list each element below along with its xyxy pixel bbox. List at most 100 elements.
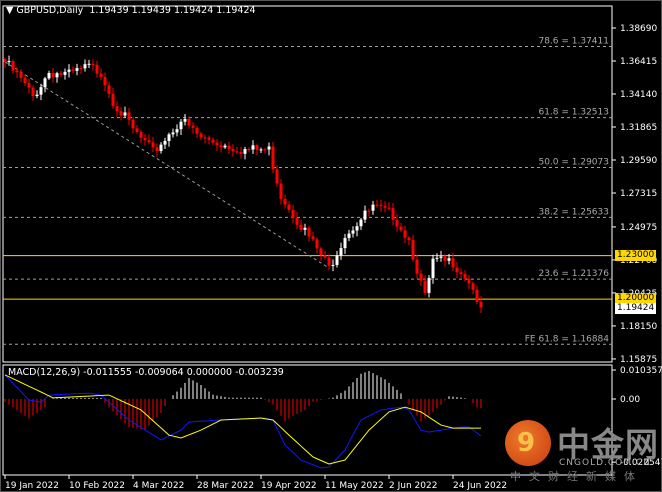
y-tick-label: 1.15875: [620, 355, 657, 365]
watermark-slogan: 中文财经新媒体: [510, 470, 643, 483]
candle-body: [215, 142, 219, 146]
candle-body: [159, 144, 163, 152]
candle-body: [111, 93, 115, 107]
macd-main-line: [4, 374, 482, 469]
candle-body: [463, 274, 467, 279]
candle-body: [67, 69, 71, 72]
candle-body: [475, 289, 479, 302]
candle-body: [259, 149, 263, 151]
candle-body: [399, 226, 403, 231]
candle-body: [471, 283, 475, 290]
x-tick-label: 11 May 2022: [325, 481, 384, 491]
candle-body: [335, 255, 339, 265]
candle-body: [307, 227, 311, 237]
candle-body: [379, 204, 383, 207]
candle-body: [343, 238, 347, 249]
candle-body: [391, 208, 395, 220]
y-tick-label: 1.29590: [620, 156, 657, 166]
candle-body: [299, 224, 303, 230]
candle-body: [15, 70, 19, 73]
current-price-label: 1.19424: [615, 303, 657, 314]
candle-body: [435, 257, 439, 259]
x-tick-label: 10 Feb 2022: [69, 481, 125, 491]
x-tick-label: 4 Mar 2022: [133, 481, 184, 491]
candle-body: [279, 183, 283, 199]
candle-body: [59, 73, 63, 75]
candle-body: [407, 237, 411, 241]
x-tick-label: 28 Mar 2022: [197, 481, 254, 491]
candle-body: [327, 257, 331, 266]
candle-body: [187, 118, 191, 126]
ohlc-values: 1.19439 1.19439 1.19424 1.19424: [89, 5, 256, 16]
macd-header: MACD(12,26,9) -0.011555 -0.009064 0.0000…: [8, 367, 284, 378]
candle-body: [303, 227, 307, 230]
candle-body: [427, 278, 431, 293]
candle-body: [459, 272, 463, 275]
candle-body: [107, 85, 111, 94]
candle-body: [223, 145, 227, 148]
macd-y-tick-label: 0.010357: [620, 366, 662, 376]
macd-signal-line: [4, 374, 481, 465]
candle-body: [79, 68, 83, 70]
candle-body: [375, 204, 379, 206]
macd-y-tick-label: 0.00: [620, 395, 640, 405]
candle-body: [423, 280, 427, 293]
watermark-url: CNGOLD.COM.CN: [559, 458, 651, 468]
candle-body: [51, 72, 55, 78]
fib-level-label: 61.8 = 1.32513: [538, 108, 609, 118]
candle-body: [131, 119, 135, 129]
candle-body: [227, 145, 231, 149]
candle-body: [231, 148, 235, 152]
candle-body: [151, 142, 155, 148]
candle-body: [87, 63, 91, 65]
x-tick-label: 19 Apr 2022: [261, 481, 317, 491]
fib-level-label: 38.2 = 1.25633: [538, 207, 609, 217]
candle-body: [91, 63, 95, 65]
candle-body: [3, 59, 7, 62]
candle-body: [163, 140, 167, 145]
candle-body: [143, 137, 147, 141]
candle-body: [315, 239, 319, 249]
candle-body: [95, 64, 99, 74]
candle-body: [271, 146, 275, 170]
candle-body: [291, 209, 295, 218]
candle-body: [431, 258, 435, 279]
candle-body: [55, 73, 59, 78]
candle-body: [451, 258, 455, 268]
candle-body: [255, 145, 259, 150]
candle-body: [275, 169, 279, 184]
candle-body: [175, 129, 179, 133]
x-tick-label: 19 Jan 2022: [5, 481, 59, 491]
candle-body: [443, 256, 447, 261]
candle-body: [11, 61, 15, 71]
fib-level-label: 23.6 = 1.21376: [538, 269, 609, 279]
x-tick-label: 2 Jun 2022: [389, 481, 437, 491]
candle-body: [455, 267, 459, 273]
candle-body: [383, 206, 387, 208]
candle-body: [243, 149, 247, 154]
candle-body: [347, 233, 351, 239]
candle-body: [211, 139, 215, 143]
candle-body: [71, 69, 75, 71]
candle-body: [283, 198, 287, 205]
candle-body: [195, 127, 199, 134]
candle-body: [411, 240, 415, 260]
y-tick-label: 1.31865: [620, 123, 657, 133]
collapse-arrow-icon[interactable]: ▼: [6, 5, 13, 16]
candle-body: [339, 248, 343, 256]
candle-body: [371, 204, 375, 211]
trendline: [4, 61, 330, 269]
candle-body: [207, 137, 211, 140]
candle-body: [27, 83, 31, 88]
candle-body: [63, 71, 67, 75]
candle-body: [35, 94, 39, 97]
logo-glyph: 9: [517, 428, 536, 458]
y-tick-label: 1.18150: [620, 322, 657, 332]
chart-header: ▼ GBPUSD,Daily 1.19439 1.19439 1.19424 1…: [6, 5, 256, 16]
candle-body: [359, 219, 363, 227]
candle-body: [219, 145, 223, 148]
candle-body: [395, 219, 399, 227]
candle-body: [139, 132, 143, 138]
candle-body: [119, 111, 123, 116]
candle-body: [295, 217, 299, 225]
